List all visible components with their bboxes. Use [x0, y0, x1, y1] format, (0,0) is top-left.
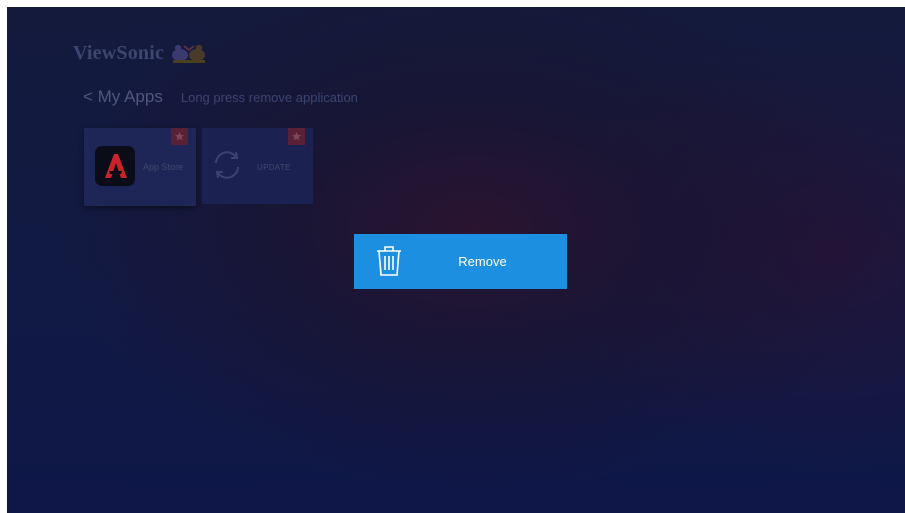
star-icon	[288, 128, 305, 145]
page-header: < My Apps Long press remove application	[83, 87, 358, 107]
app-tile-update[interactable]: UPDATE	[202, 128, 313, 204]
star-icon	[171, 128, 188, 145]
app-label: App Store	[143, 162, 184, 172]
viewsonic-birds-icon	[172, 44, 206, 63]
app-grid: App Store UPDATE	[84, 128, 313, 206]
logo-text: ViewSonic	[73, 41, 165, 64]
hint-text: Long press remove application	[180, 90, 358, 105]
launcher-screen: ViewSonic < My Apps Long press remove ap…	[7, 7, 905, 513]
remove-button[interactable]: Remove	[354, 234, 567, 289]
viewsonic-logo: ViewSonic	[73, 40, 208, 66]
remove-label: Remove	[458, 254, 507, 269]
app-tile-app-store[interactable]: App Store	[84, 128, 196, 206]
refresh-icon	[215, 151, 239, 179]
app-label: UPDATE	[257, 163, 291, 172]
back-my-apps-link[interactable]: < My Apps	[83, 87, 163, 107]
app-store-icon	[95, 146, 135, 186]
